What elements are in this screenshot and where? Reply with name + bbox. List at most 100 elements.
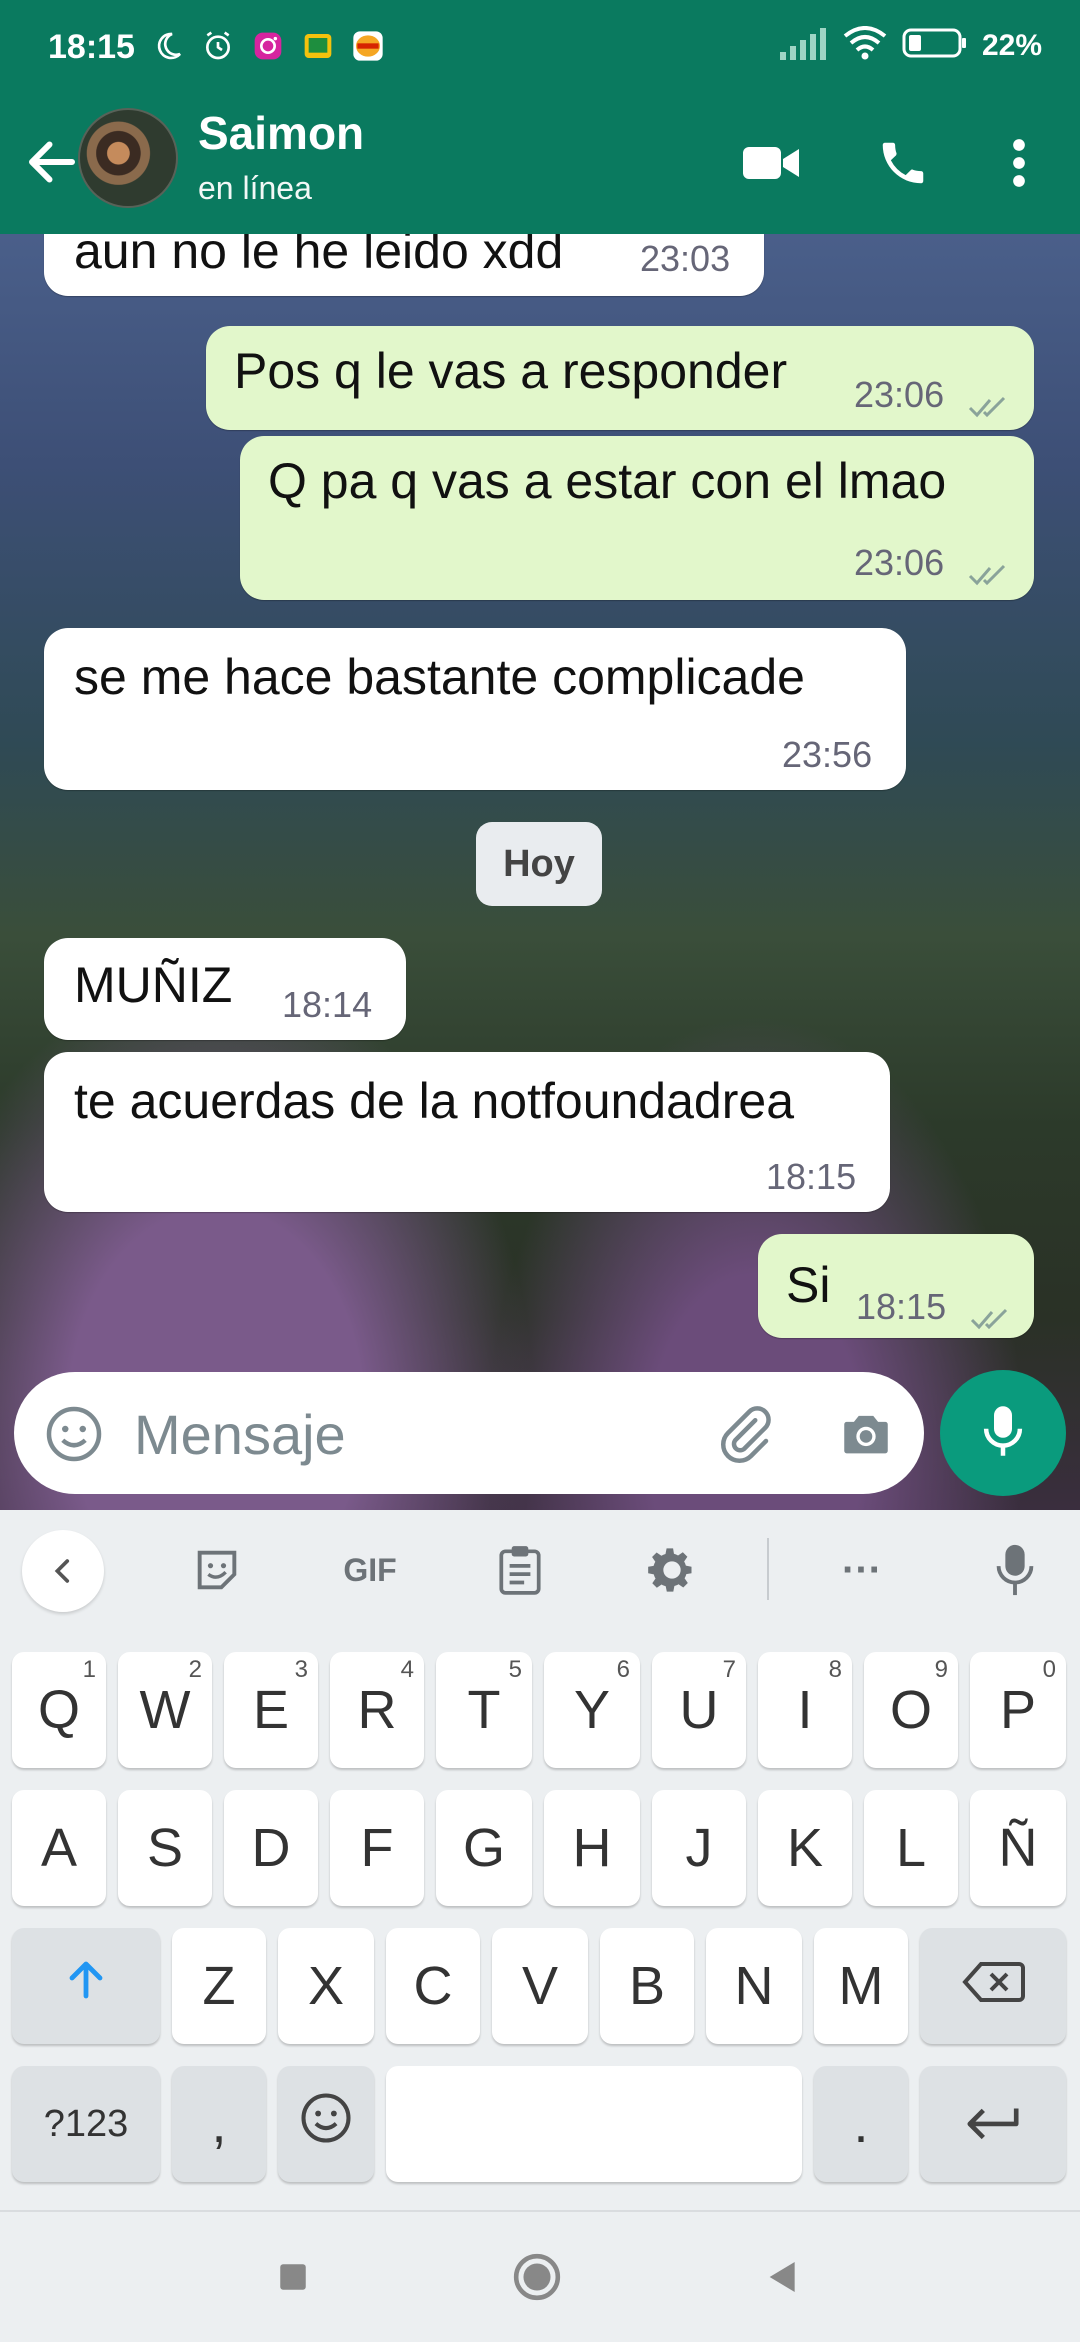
key-enye[interactable]: Ñ	[970, 1790, 1066, 1906]
attach-clip-icon[interactable]	[714, 1404, 774, 1464]
status-right: 22%	[778, 26, 1042, 65]
key-b[interactable]: B	[600, 1928, 694, 2044]
message-composer[interactable]: Mensaje	[14, 1372, 924, 1494]
voice-record-button[interactable]	[940, 1370, 1066, 1496]
key-q[interactable]: Q1	[12, 1652, 106, 1768]
chat-header: Saimon en línea	[0, 96, 1080, 234]
contact-name[interactable]: Saimon	[198, 106, 364, 160]
wifi-icon	[842, 26, 888, 65]
phone-call-icon[interactable]	[870, 130, 936, 196]
message-text: te acuerdas de la notfoundadrea	[74, 1073, 794, 1129]
key-l[interactable]: L	[864, 1790, 958, 1906]
enter-key[interactable]	[920, 2066, 1066, 2182]
back-arrow-icon[interactable]	[22, 132, 82, 192]
space-key[interactable]	[386, 2066, 802, 2182]
shift-arrow-icon	[62, 1955, 110, 2017]
message-time: 23:06	[854, 374, 945, 415]
message-bubble-outgoing[interactable]: Pos q le vas a responder 23:06	[206, 326, 1034, 430]
chat-area[interactable]: aun no le he leido xdd 23:03 Pos q le va…	[0, 234, 1080, 1510]
key-z[interactable]: Z	[172, 1928, 266, 2044]
key-u[interactable]: U7	[652, 1652, 746, 1768]
key-h[interactable]: H	[544, 1790, 640, 1906]
burger-king-icon	[350, 28, 386, 64]
enter-arrow-icon	[964, 2093, 1022, 2155]
keyboard-collapse-button[interactable]	[22, 1530, 104, 1612]
message-bubble-outgoing[interactable]: Q pa q vas a estar con el lmao 23:06	[240, 436, 1034, 600]
gif-button[interactable]: GIF	[330, 1540, 410, 1600]
key-w[interactable]: W2	[118, 1652, 212, 1768]
period-key[interactable]: .	[814, 2066, 908, 2182]
instagram-icon	[250, 28, 286, 64]
message-bubble-incoming[interactable]: se me hace bastante complicade 23:56	[44, 628, 906, 790]
signal-icon	[778, 26, 828, 65]
keyboard-toolbar: GIF ···	[0, 1510, 1080, 1630]
sticker-icon[interactable]	[186, 1540, 248, 1600]
key-o[interactable]: O9	[864, 1652, 958, 1768]
message-text: se me hace bastante complicade	[74, 649, 805, 705]
clipboard-icon[interactable]	[490, 1540, 550, 1600]
message-time: 18:15	[766, 1156, 857, 1197]
message-bubble-outgoing[interactable]: Si 18:15	[758, 1234, 1034, 1338]
key-r[interactable]: R4	[330, 1652, 424, 1768]
message-time: 18:15	[856, 1286, 947, 1327]
recents-square-icon[interactable]	[268, 2252, 318, 2302]
key-d[interactable]: D	[224, 1790, 318, 1906]
avatar[interactable]	[78, 108, 178, 208]
more-tools-button[interactable]: ···	[836, 1540, 888, 1600]
home-circle-icon[interactable]	[512, 2252, 562, 2302]
key-x[interactable]: X	[278, 1928, 374, 2044]
back-triangle-icon[interactable]	[758, 2252, 808, 2302]
message-input[interactable]: Mensaje	[134, 1402, 346, 1467]
key-e[interactable]: E3	[224, 1652, 318, 1768]
battery-level: 22%	[981, 28, 1042, 62]
emoji-key[interactable]	[278, 2066, 374, 2182]
microphone-icon	[976, 1401, 1030, 1466]
date-separator: Hoy	[476, 822, 602, 906]
key-k[interactable]: K	[758, 1790, 852, 1906]
key-v[interactable]: V	[492, 1928, 588, 2044]
key-m[interactable]: M	[814, 1928, 908, 2044]
message-text: aun no le he leido xdd	[74, 234, 564, 279]
camera-icon[interactable]	[836, 1404, 896, 1464]
key-t[interactable]: T5	[436, 1652, 532, 1768]
key-a[interactable]: A	[12, 1790, 106, 1906]
message-time: 23:03	[640, 238, 731, 279]
key-j[interactable]: J	[652, 1790, 746, 1906]
backspace-key[interactable]	[920, 1928, 1066, 2044]
key-p[interactable]: P0	[970, 1652, 1066, 1768]
message-bubble-incoming[interactable]: te acuerdas de la notfoundadrea 18:15	[44, 1052, 890, 1212]
key-n[interactable]: N	[706, 1928, 802, 2044]
key-c[interactable]: C	[386, 1928, 480, 2044]
message-time: 18:14	[282, 984, 373, 1025]
notification-icons	[150, 28, 386, 64]
double-check-icon	[968, 376, 1014, 418]
settings-gear-icon[interactable]	[642, 1540, 702, 1600]
backspace-icon	[961, 1955, 1025, 2017]
emoji-icon[interactable]	[44, 1404, 104, 1464]
moon-icon	[150, 28, 186, 64]
toolbar-divider	[767, 1538, 769, 1600]
message-bubble-incoming[interactable]: MUÑIZ 18:14	[44, 938, 406, 1040]
message-text: Si	[786, 1257, 831, 1313]
key-y[interactable]: Y6	[544, 1652, 640, 1768]
voice-typing-icon[interactable]	[990, 1540, 1040, 1600]
video-call-icon[interactable]	[738, 130, 804, 196]
message-text: MUÑIZ	[74, 957, 233, 1013]
smiley-icon	[299, 2091, 353, 2158]
message-text: Pos q le vas a responder	[234, 343, 788, 399]
system-navigation-bar	[0, 2210, 1080, 2342]
double-check-icon	[968, 544, 1014, 586]
shift-key[interactable]	[12, 1928, 160, 2044]
symbols-key[interactable]: ?123	[12, 2066, 160, 2182]
more-options-icon[interactable]	[986, 130, 1052, 196]
status-time: 18:15	[48, 28, 135, 66]
status-bar: 18:15 22%	[0, 0, 1080, 96]
double-check-icon	[970, 1288, 1016, 1330]
key-i[interactable]: I8	[758, 1652, 852, 1768]
contact-status: en línea	[198, 170, 312, 206]
key-g[interactable]: G	[436, 1790, 532, 1906]
key-s[interactable]: S	[118, 1790, 212, 1906]
comma-key[interactable]: ,	[172, 2066, 266, 2182]
message-bubble-incoming[interactable]: aun no le he leido xdd 23:03	[44, 234, 764, 296]
key-f[interactable]: F	[330, 1790, 424, 1906]
